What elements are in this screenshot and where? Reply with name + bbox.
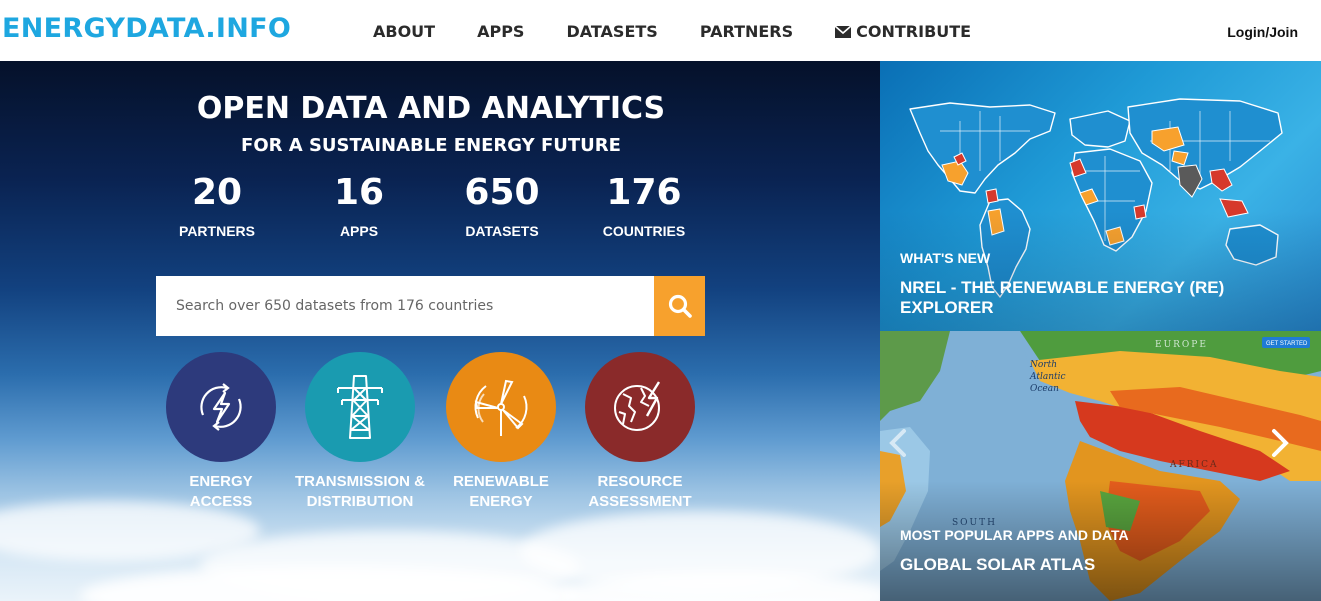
category-label: ENERGY ACCESS bbox=[146, 472, 296, 512]
carousel-next-arrow-icon[interactable] bbox=[1266, 423, 1294, 463]
category-transmission-distribution[interactable]: TRANSMISSION & DISTRIBUTION bbox=[285, 352, 435, 512]
stat-value: 20 bbox=[191, 172, 243, 213]
nav-about[interactable]: ABOUT bbox=[373, 22, 435, 41]
dataset-search-bar bbox=[156, 276, 705, 336]
map-label-europe: EUROPE bbox=[1155, 340, 1208, 350]
category-energy-access[interactable]: ENERGY ACCESS bbox=[146, 352, 296, 512]
category-label-line1: ENERGY bbox=[189, 473, 253, 490]
search-button[interactable] bbox=[654, 276, 705, 336]
login-join-link[interactable]: Login/Join bbox=[1227, 24, 1298, 40]
transmission-tower-icon bbox=[337, 375, 383, 439]
category-label-line1: TRANSMISSION & bbox=[294, 473, 425, 490]
nav-about-label: ABOUT bbox=[373, 22, 436, 41]
globe-bolt-icon bbox=[614, 381, 661, 431]
category-label-line2: ACCESS bbox=[189, 493, 253, 510]
most-popular-panel[interactable]: North Atlantic Ocean EUROPE AFRICA SOUTH… bbox=[880, 331, 1321, 601]
stat-partners: 20 PARTNERS bbox=[147, 171, 287, 239]
category-label: RESOURCE ASSESSMENT bbox=[565, 472, 715, 512]
search-icon bbox=[668, 294, 692, 318]
category-label-line2: ASSESSMENT bbox=[588, 493, 692, 510]
map-label-ocean: Ocean bbox=[1030, 384, 1059, 394]
stat-value: 176 bbox=[606, 172, 682, 213]
nav-apps-label: APPS bbox=[477, 22, 525, 41]
popular-title[interactable]: GLOBAL SOLAR ATLAS bbox=[900, 555, 1095, 575]
map-label-africa: AFRICA bbox=[1169, 460, 1218, 470]
stat-label: DATASETS bbox=[465, 223, 539, 239]
category-resource-assessment[interactable]: RESOURCE ASSESSMENT bbox=[565, 352, 715, 512]
energy-access-icon bbox=[200, 383, 242, 431]
whats-new-title[interactable]: NREL - THE RENEWABLE ENERGY (RE) EXPLORE… bbox=[900, 278, 1321, 318]
stat-value: 16 bbox=[333, 172, 385, 213]
stat-countries: 176 COUNTRIES bbox=[574, 171, 714, 239]
whats-new-kicker: WHAT'S NEW bbox=[900, 250, 991, 266]
site-logo[interactable]: ENERGYDATA.INFO bbox=[2, 13, 291, 44]
map-get-started: GET STARTED bbox=[1266, 341, 1308, 347]
nav-contribute-label: CONTRIBUTE bbox=[856, 22, 972, 41]
map-label-ocean: North bbox=[1029, 360, 1057, 370]
popular-kicker: MOST POPULAR APPS AND DATA bbox=[900, 527, 1129, 543]
category-circle bbox=[585, 352, 695, 462]
hero-subtitle: FOR A SUSTAINABLE ENERGY FUTURE bbox=[241, 135, 621, 156]
stat-label: PARTNERS bbox=[179, 223, 255, 239]
category-circle bbox=[166, 352, 276, 462]
category-label: TRANSMISSION & DISTRIBUTION bbox=[285, 472, 435, 512]
carousel-prev-arrow-icon[interactable] bbox=[884, 423, 912, 463]
stat-label: COUNTRIES bbox=[602, 223, 686, 239]
nav-partners-label: PARTNERS bbox=[699, 22, 794, 41]
nav-contribute[interactable]: CONTRIBUTE bbox=[835, 22, 971, 41]
site-header: ENERGYDATA.INFO ABOUT APPS DATASETS PART… bbox=[0, 0, 1321, 61]
category-circle bbox=[446, 352, 556, 462]
category-circle bbox=[305, 352, 415, 462]
category-renewable-energy[interactable]: RENEWABLE ENERGY bbox=[426, 352, 576, 512]
search-input[interactable] bbox=[156, 276, 654, 336]
nav-datasets-label: DATASETS bbox=[566, 22, 658, 41]
wind-turbine-icon bbox=[474, 379, 528, 436]
whats-new-panel[interactable]: WHAT'S NEW NREL - THE RENEWABLE ENERGY (… bbox=[880, 61, 1321, 331]
hero-title: OPEN DATA AND ANALYTICS bbox=[196, 91, 666, 126]
hero-section: OPEN DATA AND ANALYTICS FOR A SUSTAINABL… bbox=[0, 61, 880, 601]
category-label-line2: DISTRIBUTION bbox=[306, 493, 414, 510]
nav-datasets[interactable]: DATASETS bbox=[566, 22, 657, 41]
category-label-line1: RENEWABLE bbox=[453, 473, 549, 490]
stat-datasets: 650 DATASETS bbox=[432, 171, 572, 239]
category-label-line1: RESOURCE bbox=[597, 473, 683, 490]
category-label-line2: ENERGY bbox=[469, 493, 533, 510]
envelope-icon bbox=[835, 25, 852, 38]
stat-apps: 16 APPS bbox=[289, 171, 429, 239]
nav-partners[interactable]: PARTNERS bbox=[700, 22, 793, 41]
map-label-ocean: Atlantic bbox=[1029, 372, 1066, 382]
main-nav: ABOUT APPS DATASETS PARTNERS CONTRIBUTE bbox=[373, 22, 1013, 41]
stat-label: APPS bbox=[339, 223, 379, 239]
category-label: RENEWABLE ENERGY bbox=[426, 472, 576, 512]
nav-apps[interactable]: APPS bbox=[477, 22, 524, 41]
stat-value: 650 bbox=[464, 172, 540, 213]
